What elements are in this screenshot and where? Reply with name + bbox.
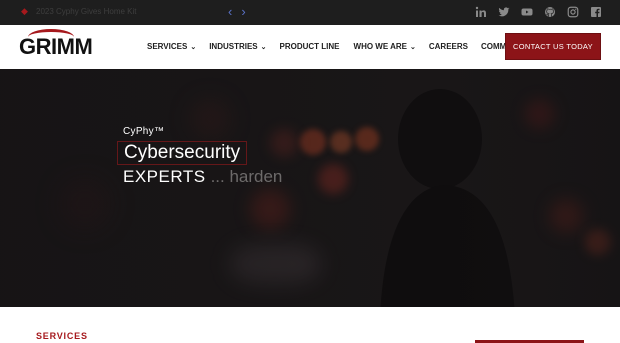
nav-item-services[interactable]: SERVICES ⌄ <box>147 42 196 51</box>
nav-item-careers[interactable]: CAREERS <box>429 42 468 51</box>
nav-item-product-line[interactable]: PRODUCT LINE <box>280 42 340 51</box>
hero-banner: CyPhy™ Cybersecurity EXPERTS... harden <box>0 69 620 307</box>
announcement[interactable]: ◆ 2023 Cyphy Gives Home Kit <box>21 6 137 16</box>
prev-arrow-icon[interactable]: ‹ <box>228 4 232 20</box>
site-header: GRIMM SERVICES ⌄ INDUSTRIES ⌄ PRODUCT LINE… <box>0 25 620 69</box>
hero-title: Cybersecurity <box>117 141 248 165</box>
nav-label: CAREERS <box>428 42 468 51</box>
grimm-logo[interactable]: GRIMM <box>19 29 93 61</box>
alert-icon: ◆ <box>21 6 28 16</box>
nav-label: INDUSTRIES <box>209 42 258 51</box>
chevron-down-icon: ⌄ <box>260 43 267 51</box>
nav-label: PRODUCT LINE <box>279 42 340 51</box>
social-links <box>474 5 602 18</box>
main-nav: SERVICES ⌄ INDUSTRIES ⌄ PRODUCT LINE WHO W… <box>147 42 530 51</box>
youtube-icon[interactable] <box>520 5 533 18</box>
hero-overlay <box>0 69 620 307</box>
instagram-icon[interactable] <box>566 5 579 18</box>
top-bar: ◆ 2023 Cyphy Gives Home Kit ‹ › <box>0 0 620 25</box>
announcement-nav: ‹ › <box>228 4 246 20</box>
github-icon[interactable] <box>543 5 556 18</box>
next-arrow-icon[interactable]: › <box>241 4 245 20</box>
twitter-icon[interactable] <box>497 5 510 18</box>
linkedin-icon[interactable] <box>474 5 487 18</box>
nav-item-industries[interactable]: INDUSTRIES ⌄ <box>209 42 266 51</box>
logo-arc <box>28 29 74 45</box>
nav-label: WHO WE ARE <box>353 42 407 51</box>
nav-item-who-we-are[interactable]: WHO WE ARE ⌄ <box>354 42 416 51</box>
hero-tagline-typed: ... harden <box>210 167 283 186</box>
announcement-text[interactable]: 2023 Cyphy Gives Home Kit <box>36 7 137 16</box>
hero-tagline: EXPERTS... harden <box>123 167 282 187</box>
section-title: SERVICES <box>36 331 88 341</box>
hero-tagline-strong: EXPERTS <box>123 167 206 186</box>
chevron-down-icon: ⌄ <box>410 43 416 51</box>
nav-label: SERVICES <box>147 42 188 51</box>
hero-subtitle: CyPhy™ <box>123 126 165 137</box>
facebook-icon[interactable] <box>589 5 602 18</box>
services-section: SERVICES <box>0 307 620 343</box>
chevron-down-icon: ⌄ <box>190 43 197 51</box>
contact-us-button[interactable]: CONTACT US TODAY <box>505 33 601 60</box>
